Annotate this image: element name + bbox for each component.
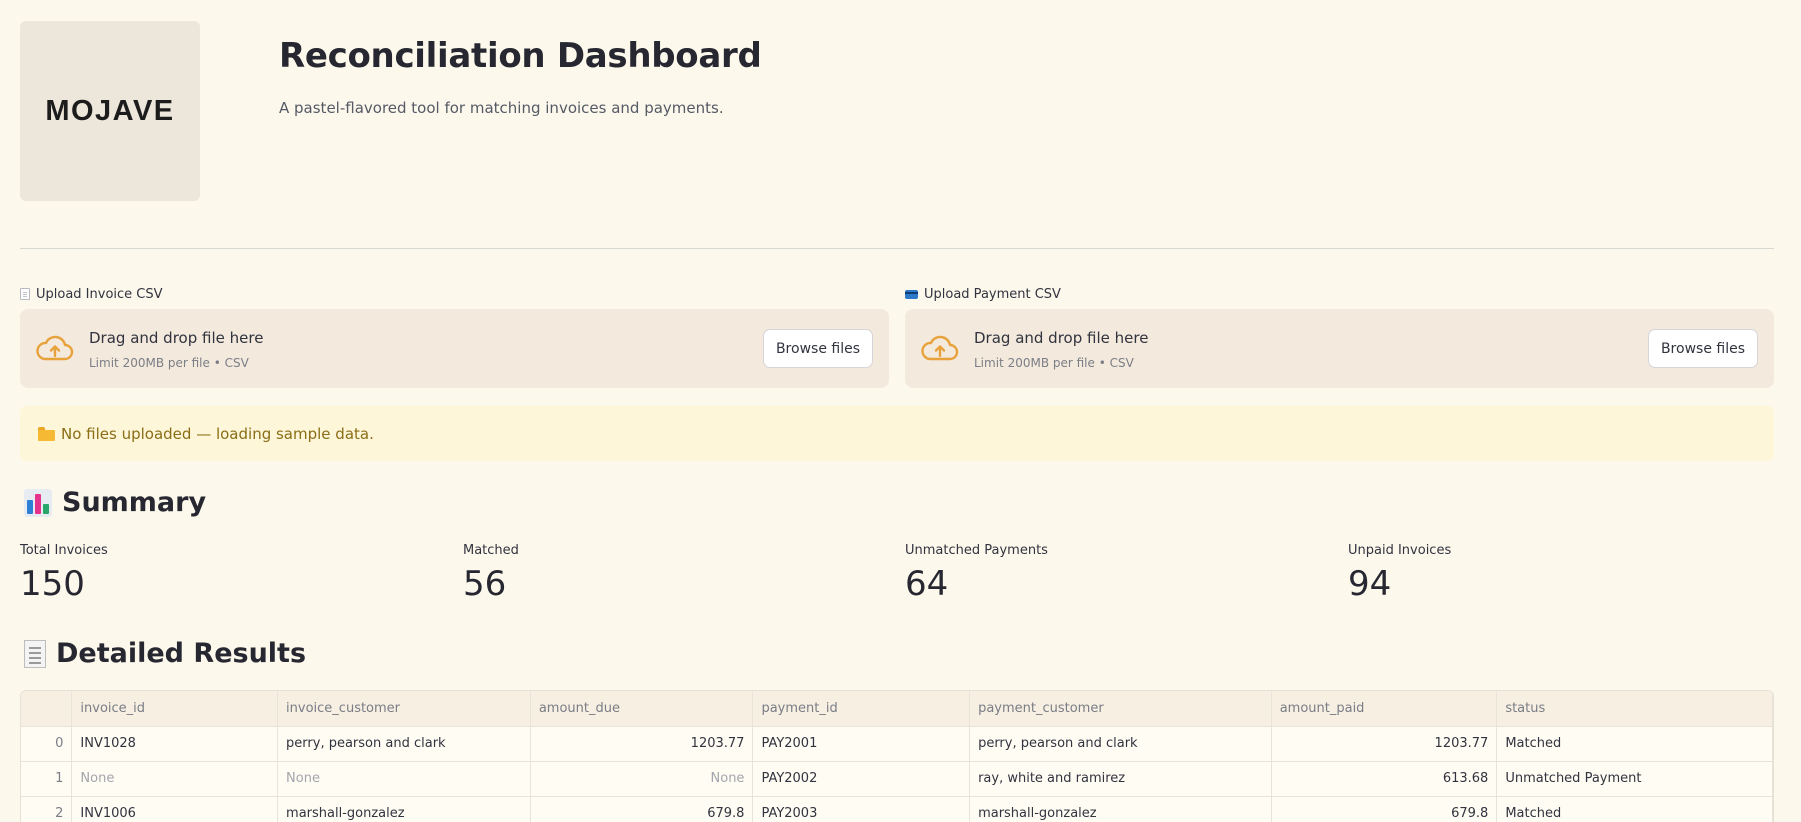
dropzone-instruction: Drag and drop file here bbox=[89, 329, 264, 347]
alert-text: No files uploaded — loading sample data. bbox=[61, 424, 374, 443]
invoice-browse-button[interactable]: Browse files bbox=[762, 329, 873, 368]
table-cell[interactable]: INV1006 bbox=[71, 796, 279, 822]
invoice-uploader-label-row: Upload Invoice CSV bbox=[20, 285, 889, 303]
summary-heading-text: Summary bbox=[62, 487, 207, 518]
table-cell[interactable]: 679.8 bbox=[1271, 796, 1498, 822]
table-cell[interactable]: ray, white and ramirez bbox=[969, 761, 1272, 797]
metric-value: 150 bbox=[20, 564, 85, 604]
table-cell[interactable]: Matched bbox=[1496, 726, 1773, 762]
bar-chart-icon bbox=[24, 488, 52, 517]
dropzone-limit: Limit 200MB per file • CSV bbox=[89, 356, 249, 370]
row-index: 1 bbox=[21, 761, 73, 797]
dropzone-instruction: Drag and drop file here bbox=[974, 329, 1149, 347]
header-divider bbox=[20, 248, 1774, 249]
summary-heading: Summary bbox=[24, 487, 206, 518]
table-cell[interactable]: PAY2002 bbox=[752, 761, 971, 797]
column-header[interactable]: amount_paid bbox=[1271, 691, 1498, 727]
column-header[interactable]: amount_due bbox=[530, 691, 754, 727]
cloud-upload-icon bbox=[921, 335, 959, 361]
table-cell[interactable]: None bbox=[530, 761, 754, 797]
row-index: 0 bbox=[21, 726, 73, 762]
page-subtitle: A pastel-flavored tool for matching invo… bbox=[279, 99, 724, 117]
details-heading-text: Detailed Results bbox=[56, 638, 307, 669]
table-cell[interactable]: None bbox=[277, 761, 531, 797]
metric-label: Unpaid Invoices bbox=[1348, 543, 1452, 558]
table-cell[interactable]: PAY2003 bbox=[752, 796, 971, 822]
table-cell[interactable]: 679.8 bbox=[530, 796, 754, 822]
table-cell[interactable]: INV1028 bbox=[71, 726, 279, 762]
payment-uploader-label-row: Upload Payment CSV bbox=[905, 285, 1774, 303]
metric-label: Unmatched Payments bbox=[905, 543, 1048, 558]
table-cell[interactable]: PAY2001 bbox=[752, 726, 971, 762]
results-table[interactable]: invoice_id invoice_customer amount_due p… bbox=[20, 690, 1774, 822]
page-title: Reconciliation Dashboard bbox=[279, 36, 762, 76]
credit-card-icon bbox=[905, 289, 918, 299]
invoice-dropzone[interactable]: Drag and drop file here Limit 200MB per … bbox=[20, 309, 889, 388]
app-page: MOJAVE Reconciliation Dashboard A pastel… bbox=[0, 0, 1801, 822]
table-cell[interactable]: marshall-gonzalez bbox=[969, 796, 1272, 822]
receipt-icon bbox=[24, 639, 46, 668]
table-cell[interactable]: marshall-gonzalez bbox=[277, 796, 531, 822]
column-header[interactable]: payment_id bbox=[752, 691, 971, 727]
payment-dropzone[interactable]: Drag and drop file here Limit 200MB per … bbox=[905, 309, 1774, 388]
table-row[interactable]: 2 INV1006 marshall-gonzalez 679.8 PAY200… bbox=[21, 796, 1773, 822]
table-cell[interactable]: 1203.77 bbox=[530, 726, 754, 762]
table-cell[interactable]: Matched bbox=[1496, 796, 1773, 822]
table-row[interactable]: 0 INV1028 perry, pearson and clark 1203.… bbox=[21, 726, 1773, 762]
table-cell[interactable]: None bbox=[71, 761, 279, 797]
table-cell[interactable]: 1203.77 bbox=[1271, 726, 1498, 762]
table-cell[interactable]: perry, pearson and clark bbox=[277, 726, 531, 762]
column-header[interactable]: status bbox=[1496, 691, 1773, 727]
dropzone-limit: Limit 200MB per file • CSV bbox=[974, 356, 1134, 370]
invoice-uploader: Upload Invoice CSV Drag and drop file he… bbox=[20, 285, 889, 388]
table-header-row: invoice_id invoice_customer amount_due p… bbox=[21, 691, 1773, 727]
column-header-index[interactable] bbox=[21, 691, 73, 727]
logo-text: MOJAVE bbox=[45, 94, 175, 127]
metric-label: Total Invoices bbox=[20, 543, 108, 558]
invoice-uploader-label: Upload Invoice CSV bbox=[36, 286, 163, 302]
table-cell[interactable]: 613.68 bbox=[1271, 761, 1498, 797]
table-row[interactable]: 1 None None None PAY2002 ray, white and … bbox=[21, 761, 1773, 797]
metric-total-invoices: Total Invoices 150 bbox=[20, 543, 108, 604]
metric-unpaid-invoices: Unpaid Invoices 94 bbox=[1348, 543, 1451, 604]
payment-uploader: Upload Payment CSV Drag and drop file he… bbox=[905, 285, 1774, 388]
metric-label: Matched bbox=[463, 543, 519, 558]
page-icon bbox=[20, 288, 30, 300]
brand-logo: MOJAVE bbox=[20, 21, 200, 201]
payment-browse-button[interactable]: Browse files bbox=[1647, 329, 1758, 368]
metric-unmatched-payments: Unmatched Payments 64 bbox=[905, 543, 1048, 604]
column-header[interactable]: payment_customer bbox=[969, 691, 1272, 727]
table-cell[interactable]: Unmatched Payment bbox=[1496, 761, 1773, 797]
column-header[interactable]: invoice_customer bbox=[277, 691, 531, 727]
details-heading: Detailed Results bbox=[24, 638, 306, 669]
sample-data-alert: No files uploaded — loading sample data. bbox=[20, 406, 1774, 461]
metric-value: 64 bbox=[905, 564, 949, 604]
metric-matched: Matched 56 bbox=[463, 543, 519, 604]
cloud-upload-icon bbox=[36, 335, 74, 361]
metric-value: 56 bbox=[463, 564, 507, 604]
row-index: 2 bbox=[21, 796, 73, 822]
folder-icon bbox=[38, 426, 55, 441]
payment-uploader-label: Upload Payment CSV bbox=[924, 286, 1061, 302]
column-header[interactable]: invoice_id bbox=[71, 691, 279, 727]
table-cell[interactable]: perry, pearson and clark bbox=[969, 726, 1272, 762]
metric-value: 94 bbox=[1348, 564, 1392, 604]
